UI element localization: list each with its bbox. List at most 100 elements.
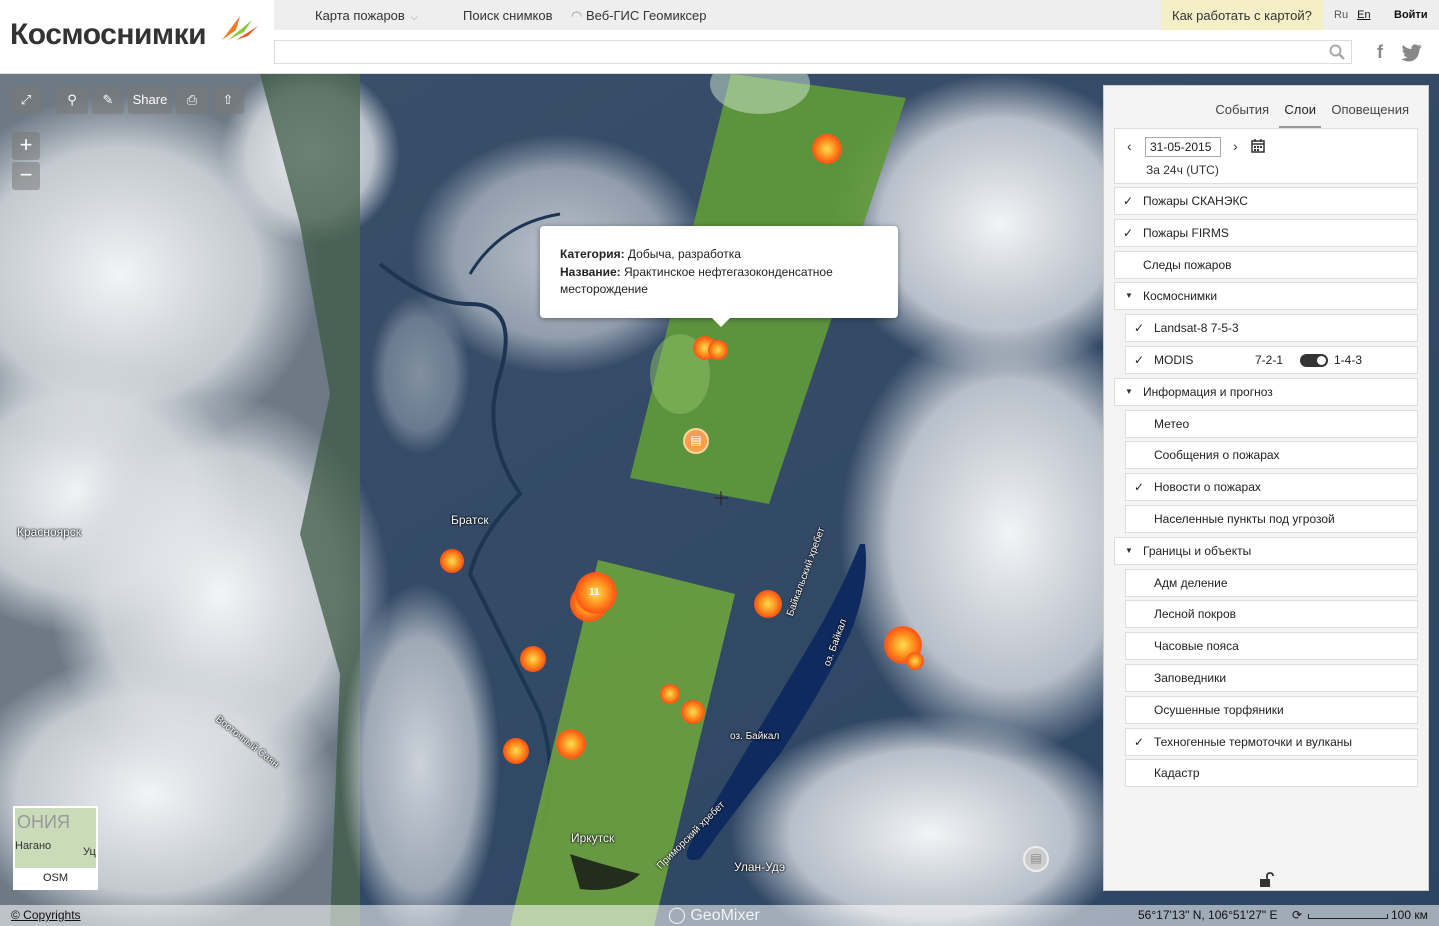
- layer-item[interactable]: Лесной покров: [1125, 600, 1418, 628]
- print-icon[interactable]: ⎙: [176, 86, 208, 114]
- label-bratsk: Братск: [451, 513, 489, 527]
- zoom-out-button[interactable]: −: [12, 162, 40, 190]
- label-ulan-ude: Улан-Удэ: [734, 860, 786, 874]
- chevron-left-icon[interactable]: ‹: [1127, 138, 1132, 154]
- news-document-icon[interactable]: ▤: [683, 428, 709, 454]
- checkbox[interactable]: ✓: [1134, 474, 1146, 500]
- layer-item[interactable]: ✓ MODIS 7-2-1 1-4-3: [1125, 346, 1418, 374]
- app-header: Космоснимки Карта пожаров ⌵ Поиск снимков…: [0, 0, 1439, 74]
- login-button[interactable]: Войти: [1394, 9, 1428, 21]
- zoom-in-button[interactable]: +: [12, 132, 40, 160]
- checkbox[interactable]: ✓: [1134, 729, 1146, 755]
- layer-item[interactable]: Заповедники: [1125, 664, 1418, 692]
- news-document-icon[interactable]: ▤: [1023, 846, 1049, 872]
- caret-down-icon[interactable]: ▼: [1125, 379, 1133, 405]
- date-range-label: За 24ч (UTC): [1146, 163, 1219, 177]
- modis-toggle[interactable]: [1300, 354, 1328, 367]
- calendar-icon[interactable]: [1251, 139, 1265, 153]
- layer-item[interactable]: Адм деление: [1125, 569, 1418, 597]
- layer-item[interactable]: Часовые пояса: [1125, 632, 1418, 660]
- minimap-place-label: Уц: [83, 846, 96, 858]
- layer-item[interactable]: Сообщения о пожарах: [1125, 441, 1418, 469]
- nav-fire-map[interactable]: Карта пожаров ⌵: [315, 8, 418, 23]
- copyrights-link[interactable]: © Copyrights: [11, 908, 81, 922]
- layer-label: Осушенные торфяники: [1154, 703, 1284, 717]
- fire-marker[interactable]: [660, 684, 680, 704]
- geomixer-label: GeoMixer: [690, 907, 760, 924]
- label-krasnoyarsk: Красноярск: [17, 525, 82, 539]
- top-nav: Карта пожаров ⌵ Поиск снимков ◠ Веб-ГИС Г…: [274, 0, 1439, 30]
- layer-item[interactable]: ✓ Техногенные термоточки и вулканы: [1125, 728, 1418, 756]
- refresh-icon[interactable]: ⟳: [1292, 908, 1302, 922]
- fire-marker[interactable]: [503, 738, 529, 764]
- logo[interactable]: Космоснимки: [10, 18, 207, 52]
- layer-item[interactable]: ▼ Границы и объекты: [1114, 537, 1418, 565]
- layer-item[interactable]: ✓ Landsat-8 7-5-3: [1125, 314, 1418, 342]
- layer-label: Заповедники: [1154, 671, 1227, 685]
- fire-marker[interactable]: [520, 646, 546, 672]
- minimap-place-label: ОНИЯ: [17, 812, 70, 832]
- layer-label: Метео: [1154, 417, 1190, 431]
- fire-marker[interactable]: [440, 549, 464, 573]
- fire-marker[interactable]: [812, 134, 842, 164]
- tab-layers[interactable]: Слои: [1279, 100, 1322, 129]
- layer-item[interactable]: ✓ Новости о пожарах: [1125, 473, 1418, 501]
- layer-item[interactable]: ✓ Пожары FIRMS: [1114, 219, 1418, 247]
- date-selector: ‹ › За 24ч (UTC): [1114, 128, 1418, 184]
- layer-item[interactable]: ✓ Пожары СКАНЭКС: [1114, 187, 1418, 215]
- caret-down-icon[interactable]: ▼: [1125, 538, 1133, 564]
- search-input[interactable]: [274, 40, 1352, 64]
- search-icon[interactable]: [1329, 44, 1345, 60]
- unlock-icon[interactable]: [1258, 872, 1274, 888]
- layer-item[interactable]: Следы пожаров: [1114, 251, 1418, 279]
- language-switch: Ru En: [1334, 9, 1371, 21]
- layer-item[interactable]: Осушенные торфяники: [1125, 696, 1418, 724]
- layer-item[interactable]: Метео: [1125, 410, 1418, 438]
- export-icon[interactable]: ⇧: [212, 86, 244, 114]
- modis-combo-right: 1-4-3: [1334, 353, 1363, 367]
- fire-marker[interactable]: [556, 729, 586, 759]
- layers-panel: События Слои Оповещения ‹ › За 24ч (UTC)…: [1103, 85, 1429, 891]
- status-bar: © Copyrights ◯ GeoMixer 56°17'13" N, 106…: [0, 905, 1439, 926]
- checkbox[interactable]: ✓: [1134, 315, 1146, 341]
- fire-cluster-count: 11: [589, 587, 600, 598]
- tab-events[interactable]: События: [1210, 100, 1274, 126]
- search-icon[interactable]: ⚲: [56, 86, 88, 114]
- twitter-icon[interactable]: [1401, 44, 1423, 62]
- minimap[interactable]: ОНИЯ Нагано Уц OSM: [13, 806, 98, 890]
- lang-en[interactable]: En: [1357, 9, 1370, 21]
- checkbox[interactable]: ✓: [1134, 347, 1146, 373]
- fire-marker[interactable]: [906, 652, 924, 670]
- popup-category-label: Категория:: [560, 247, 625, 261]
- nav-webgis-label: Веб-ГИС Геомиксер: [585, 8, 707, 23]
- layer-item[interactable]: Кадастр: [1125, 759, 1418, 787]
- layer-label: Техногенные термоточки и вулканы: [1154, 735, 1353, 749]
- layer-item[interactable]: ▼ Информация и прогноз: [1114, 378, 1418, 406]
- fullscreen-icon[interactable]: ⤢: [10, 86, 42, 114]
- date-input[interactable]: [1145, 137, 1221, 157]
- layer-label: Адм деление: [1154, 576, 1228, 590]
- chevron-right-icon[interactable]: ›: [1233, 138, 1238, 154]
- nav-webgis[interactable]: ◠ Веб-ГИС Геомиксер: [571, 8, 707, 24]
- fire-marker[interactable]: [681, 700, 705, 724]
- checkbox[interactable]: ✓: [1123, 188, 1135, 214]
- facebook-icon[interactable]: f: [1377, 42, 1383, 63]
- panel-tabs: События Слои Оповещения: [1208, 100, 1414, 129]
- share-button[interactable]: Share: [128, 86, 172, 114]
- popup-name: Название: Ярактинское нефтегазоконденсат…: [560, 264, 878, 299]
- nav-image-search[interactable]: Поиск снимков: [463, 8, 552, 23]
- help-button[interactable]: Как работать с картой?: [1161, 0, 1323, 30]
- layer-item[interactable]: Населенные пункты под угрозой: [1125, 505, 1418, 533]
- scale-label: 100 км: [1391, 908, 1428, 922]
- layer-label: Пожары FIRMS: [1143, 226, 1229, 240]
- coordinates-readout[interactable]: 56°17'13" N, 106°51'27" E: [1138, 908, 1277, 922]
- checkbox[interactable]: ✓: [1123, 220, 1135, 246]
- pin-icon[interactable]: ✎: [92, 86, 124, 114]
- geomixer-logo: ◯ GeoMixer: [668, 907, 760, 924]
- tab-alerts[interactable]: Оповещения: [1326, 100, 1414, 126]
- layer-item[interactable]: ▼ Космоснимки: [1114, 282, 1418, 310]
- fire-marker[interactable]: [754, 590, 782, 618]
- lang-ru[interactable]: Ru: [1334, 9, 1348, 21]
- fire-marker[interactable]: [708, 340, 728, 360]
- caret-down-icon[interactable]: ▼: [1125, 283, 1133, 309]
